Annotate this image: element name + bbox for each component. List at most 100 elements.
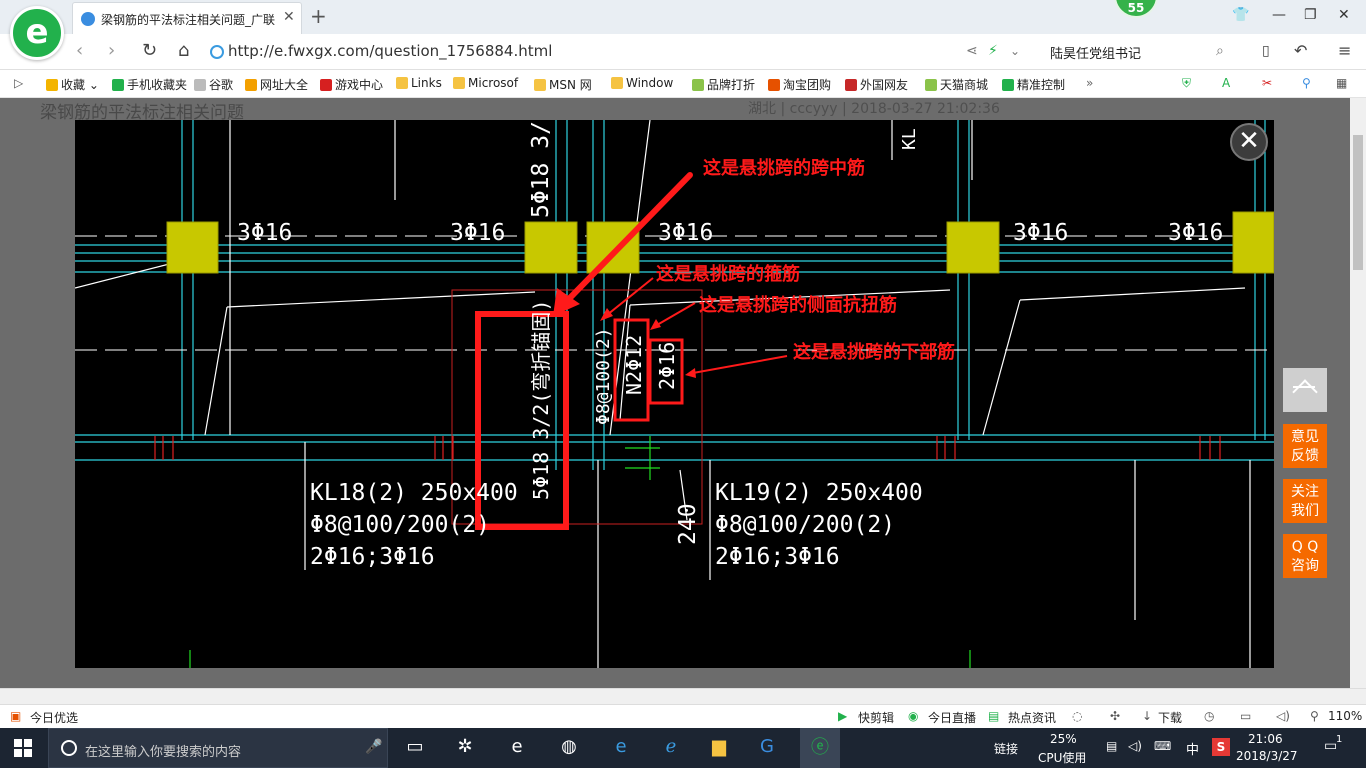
edge-icon[interactable]: e [608,736,634,760]
link-label[interactable]: 链接 [994,740,1018,757]
zoom-level[interactable]: 110% [1328,709,1362,723]
file-explorer-icon[interactable]: ▆ [706,736,732,760]
status-item[interactable]: 快剪辑 [858,709,894,726]
bookmark-item[interactable]: 外国网友 [845,76,908,93]
beam-left-line: 2Φ16;3Φ16 [310,544,435,570]
active-browser-icon[interactable]: ⓔ [800,728,840,768]
bookmark-item[interactable]: 淘宝团购 [768,76,831,93]
ie-icon[interactable]: ℯ [658,736,684,760]
taskbar-search[interactable]: 在这里输入你要搜索的内容 🎤 [48,728,388,768]
speaker-icon[interactable]: ◁) [1128,739,1142,753]
forward-icon[interactable]: › [108,40,115,61]
notification-badge[interactable]: 55 [1114,0,1158,18]
url-field[interactable]: http://e.fwxgx.com/question_1756884.html [228,42,552,60]
keyboard-icon[interactable]: ⌨ [1154,739,1171,753]
download-icon: ↓ [1142,709,1153,723]
site-favicon-icon [81,12,95,26]
scrollbar-thumb[interactable] [1353,135,1363,270]
windows-taskbar: 在这里输入你要搜索的内容 🎤 ▭ ✲ e ◍ e ℯ ▆ G ⓔ 链接 25% … [0,728,1366,768]
undo-icon[interactable]: ↶ [1294,41,1307,60]
shirt-icon[interactable]: 👕 [1232,7,1249,23]
bookmark-item[interactable]: Window [611,76,673,90]
back-to-top-button[interactable] [1283,368,1327,412]
menu-icon[interactable]: ≡ [1338,41,1351,60]
restore-icon[interactable]: ❐ [1304,7,1317,23]
bookmark-item[interactable]: 谷歌 [194,76,233,93]
clock-time[interactable]: 21:06 [1248,732,1283,746]
window-icon[interactable]: ▭ [1240,709,1251,723]
status-left-link[interactable]: 今日优选 [30,709,78,726]
new-tab-icon[interactable]: + [310,4,327,28]
glodon-app-icon[interactable]: G [754,736,780,760]
bookmark-item[interactable]: Microsof [453,76,518,90]
swirl-app-icon[interactable]: ◍ [556,736,582,760]
tab-close-icon[interactable]: ✕ [283,9,295,25]
refresh-icon[interactable]: ↻ [142,40,157,61]
chevron-down-icon[interactable]: ⌄ [1010,44,1020,58]
bookmark-item[interactable]: 精准控制 [1002,76,1065,93]
search-tool-icon[interactable]: ⚲ [1302,76,1311,90]
network-icon[interactable]: ▤ [1106,739,1117,753]
bookmark-item[interactable]: 网址大全 [245,76,308,93]
top-rebar-label: 3Φ16 [237,220,292,246]
beam-left-line: Φ8@100/200(2) [310,512,490,538]
speed-icon[interactable]: ◌ [1072,709,1082,723]
bookmark-item[interactable]: 收藏 ⌄ [46,76,99,93]
status-item[interactable]: 今日直播 [928,709,976,726]
close-viewer-button[interactable]: ✕ [1230,123,1268,161]
annotation-side: 这是悬挑跨的侧面抗扭筋 [699,294,897,316]
browser-tab[interactable]: 梁钢筋的平法标注相关问题_广联 ✕ [72,2,302,34]
browser-e-icon[interactable]: e [504,736,530,760]
clock-date[interactable]: 2018/3/27 [1236,749,1298,763]
home-icon[interactable]: ⌂ [178,40,189,61]
more-bookmarks-icon[interactable]: » [1086,76,1093,90]
microphone-icon[interactable]: 🎤 [365,739,382,755]
bookmark-item[interactable]: 游戏中心 [320,76,383,93]
bookmark-item[interactable]: 天猫商城 [925,76,988,93]
annotation-midspan: 这是悬挑跨的跨中筋 [703,157,865,179]
share-icon[interactable]: ⋖ [966,43,978,59]
minimize-icon[interactable]: — [1272,7,1286,23]
lightning-icon[interactable]: ⚡ [988,43,998,59]
volume-icon[interactable]: ◁) [1276,709,1290,723]
top-rebar-label: 3Φ16 [1013,220,1068,246]
task-view-icon[interactable]: ▭ [402,736,428,760]
horizontal-scrollbar[interactable] [0,688,1366,704]
shield-icon[interactable]: ⛨ [1182,76,1191,91]
scissors-icon[interactable]: ✂ [1262,76,1272,90]
search-input[interactable]: 陆昊任党组书记 [1050,43,1141,62]
phone-icon[interactable]: ▯ [1262,43,1270,59]
status-item[interactable]: 热点资讯 [1008,709,1056,726]
bookmark-item[interactable]: 手机收藏夹 [112,76,187,93]
ime-indicator[interactable]: 中 [1186,739,1199,758]
back-icon[interactable]: ‹ [76,40,83,61]
grid-icon[interactable]: ▦ [1336,76,1347,90]
zoom-icon: ⚲ [1310,709,1319,723]
beam-left-line: KL18(2) 250x400 [310,480,518,506]
beam-right-line: 2Φ16;3Φ16 [715,544,840,570]
pinwheel-app-icon[interactable]: ✲ [452,736,478,760]
search-icon[interactable]: ⌕ [1216,43,1224,59]
qq-consult-button[interactable]: Q Q 咨询 [1283,534,1327,578]
vertical-top-label: 5Φ18 3/2 [528,120,554,218]
follow-us-button[interactable]: 关注 我们 [1283,479,1327,523]
browser-logo-icon[interactable]: e [10,6,64,60]
translate-icon[interactable]: A [1222,76,1230,90]
feedback-button[interactable]: 意见 反馈 [1283,424,1327,468]
sogou-icon[interactable]: S [1212,738,1230,756]
bookmark-item[interactable]: 品牌打折 [692,76,755,93]
close-window-icon[interactable]: ✕ [1338,7,1350,23]
tool-icon[interactable]: ✣ [1110,709,1120,723]
cpu-percent: 25% [1050,732,1077,746]
beam-right-line: KL19(2) 250x400 [715,480,923,506]
chevron-up-icon [1292,379,1318,405]
top-rebar-label: 3Φ16 [450,220,505,246]
stirrup-label: Φ8@100(2) [593,327,614,425]
bookmark-item[interactable]: Links [396,76,442,90]
windows-start-icon[interactable] [14,739,32,757]
download-link[interactable]: 下载 [1158,709,1182,726]
history-icon[interactable]: ◷ [1204,709,1214,723]
sidebar-toggle-icon[interactable]: ▷ [14,76,23,90]
cpu-label: CPU使用 [1038,751,1087,765]
bookmark-item[interactable]: MSN 网 [534,76,592,93]
